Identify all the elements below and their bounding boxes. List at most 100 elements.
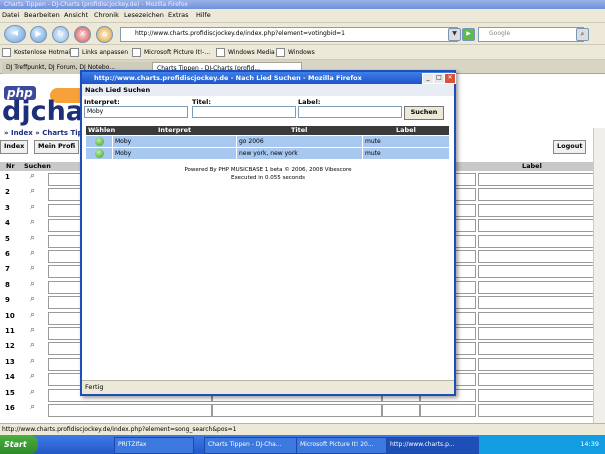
- row-input[interactable]: [478, 234, 594, 248]
- popup-heading: Nach Lied Suchen: [82, 84, 454, 96]
- search-icon[interactable]: ⌕: [30, 263, 35, 273]
- search-icon[interactable]: ⌕: [30, 371, 35, 381]
- search-icon[interactable]: ⌕: [30, 202, 35, 212]
- row-number: 1: [5, 173, 10, 181]
- interpret-input[interactable]: Moby: [84, 106, 188, 118]
- index-button[interactable]: Index: [0, 140, 29, 154]
- search-button[interactable]: Suchen: [404, 106, 444, 120]
- row-input[interactable]: [478, 342, 594, 356]
- menu-lesezeichen[interactable]: Lesezeichen: [124, 11, 164, 19]
- col-label: Label: [522, 162, 542, 170]
- result-titel: new york, new york: [236, 148, 362, 159]
- search-icon[interactable]: ⌕: [30, 325, 35, 335]
- go-icon[interactable]: ▶: [462, 28, 475, 41]
- col-waehlen: Wählen: [88, 126, 116, 134]
- search-icon[interactable]: ⌕: [576, 28, 589, 41]
- select-icon[interactable]: [95, 149, 104, 158]
- footer-credits: Powered By PHP MUSICBASE 1 beta © 2006, …: [82, 166, 454, 182]
- logout-button[interactable]: Logout: [553, 140, 587, 154]
- search-input[interactable]: Google: [478, 27, 584, 42]
- col-suchen: Suchen: [24, 162, 51, 170]
- result-row[interactable]: Moby new york, new york mute: [86, 148, 449, 159]
- clock: 14:39: [580, 440, 599, 448]
- search-icon[interactable]: ⌕: [30, 310, 35, 320]
- back-icon[interactable]: ◀: [4, 25, 26, 43]
- row-input[interactable]: [478, 265, 594, 279]
- row-number: 15: [5, 388, 15, 397]
- close-icon[interactable]: ✕: [444, 73, 456, 84]
- titel-input[interactable]: [192, 106, 296, 118]
- row-input[interactable]: [478, 373, 594, 387]
- search-icon[interactable]: ⌕: [30, 171, 35, 181]
- popup-status-bar: Fertig: [82, 380, 454, 394]
- powered-by-text: Powered By PHP MUSICBASE 1 beta © 2006, …: [184, 167, 352, 173]
- menu-ansicht[interactable]: Ansicht: [64, 11, 88, 19]
- system-tray: 14:39: [479, 435, 605, 454]
- search-icon[interactable]: ⌕: [30, 387, 35, 397]
- row-number: 11: [5, 327, 15, 335]
- dropdown-icon[interactable]: ▼: [448, 28, 461, 41]
- row-input[interactable]: [478, 357, 594, 371]
- bookmark-item[interactable]: Kostenlose Hotmail: [2, 48, 72, 57]
- result-row[interactable]: Moby go 2006 mute: [86, 136, 449, 147]
- search-icon[interactable]: ⌕: [30, 233, 35, 243]
- search-icon[interactable]: ⌕: [30, 356, 35, 366]
- menu-chronik[interactable]: Chronik: [94, 11, 119, 19]
- menu-extras[interactable]: Extras: [168, 11, 189, 19]
- taskbar-item[interactable]: PRITZIfax: [114, 437, 194, 454]
- menu-hilfe[interactable]: Hilfe: [196, 11, 211, 19]
- row-input[interactable]: [212, 404, 382, 417]
- row-input[interactable]: [478, 311, 594, 325]
- menu-bearbeiten[interactable]: Bearbeiten: [24, 11, 60, 19]
- label-label: Label:: [298, 98, 321, 106]
- bookmark-item[interactable]: Links anpassen: [70, 48, 128, 57]
- url-bar[interactable]: http://www.charts.profidiscjockey.de/ind…: [120, 27, 458, 42]
- row-input[interactable]: [478, 296, 594, 310]
- search-icon[interactable]: ⌕: [30, 340, 35, 350]
- col-label: Label: [396, 126, 416, 134]
- row-input[interactable]: [478, 173, 594, 186]
- row-input[interactable]: [478, 280, 594, 294]
- row-input[interactable]: [478, 250, 594, 263]
- start-button[interactable]: Start: [0, 435, 38, 454]
- row-input[interactable]: [478, 404, 594, 417]
- menu-datei[interactable]: Datei: [2, 11, 19, 19]
- row-input[interactable]: [478, 188, 594, 202]
- search-icon[interactable]: ⌕: [30, 217, 35, 227]
- select-icon[interactable]: [95, 137, 104, 146]
- stop-icon[interactable]: ✕: [74, 26, 91, 43]
- row-number: 4: [5, 219, 10, 228]
- profile-button[interactable]: Mein Profi: [34, 140, 80, 154]
- search-icon[interactable]: ⌕: [30, 186, 35, 196]
- taskbar-item[interactable]: Microsoft Picture It! 20...: [296, 437, 390, 454]
- row-number: 16: [5, 404, 15, 412]
- bookmark-item[interactable]: Microsoft Picture It!-...: [132, 48, 210, 57]
- row-number: 9: [5, 296, 10, 305]
- forward-icon[interactable]: ▶: [30, 26, 47, 43]
- search-icon[interactable]: ⌕: [30, 402, 35, 412]
- search-icon[interactable]: ⌕: [30, 248, 35, 258]
- row-number: 12: [5, 342, 15, 351]
- row-input[interactable]: [420, 404, 476, 417]
- home-icon[interactable]: ⌂: [96, 26, 113, 43]
- row-number: 6: [5, 250, 10, 258]
- bookmark-item[interactable]: Windows Media: [216, 48, 275, 57]
- taskbar-item[interactable]: Charts Tippen - DJ-Cha...: [204, 437, 300, 454]
- search-icon[interactable]: ⌕: [30, 279, 35, 289]
- row-number: 2: [5, 188, 10, 197]
- row-input[interactable]: [478, 388, 594, 402]
- col-interpret: Interpret: [158, 126, 192, 134]
- taskbar-item[interactable]: http://www.charts.p...: [386, 437, 482, 454]
- table-row: 16 ⌕: [0, 402, 598, 417]
- row-input[interactable]: [478, 203, 594, 217]
- bookmark-item[interactable]: Windows: [276, 48, 315, 57]
- reload-icon[interactable]: ↻: [52, 26, 69, 43]
- search-icon[interactable]: ⌕: [30, 294, 35, 304]
- row-input[interactable]: [478, 219, 594, 233]
- label-input[interactable]: [298, 106, 402, 118]
- row-input[interactable]: [478, 327, 594, 340]
- scrollbar[interactable]: [593, 128, 605, 423]
- row-input[interactable]: [48, 404, 212, 417]
- row-input[interactable]: [382, 404, 420, 417]
- row-number: 10: [5, 311, 15, 320]
